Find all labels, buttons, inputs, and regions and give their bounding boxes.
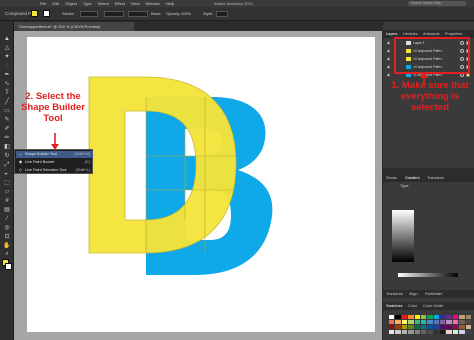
swatches-grid <box>389 315 471 337</box>
gradient-panel-tabs: Stroke Gradient Transform <box>383 174 474 182</box>
annotation-step-2: 2. Select the Shape Builder Tool <box>21 91 85 124</box>
color-swatch[interactable] <box>401 330 408 334</box>
color-swatch[interactable] <box>420 315 427 319</box>
paint-bucket-icon: ◆ <box>19 160 22 164</box>
color-swatch[interactable] <box>440 325 446 329</box>
color-swatch[interactable] <box>401 325 408 329</box>
color-swatch[interactable] <box>427 320 433 324</box>
gradient-type-label: Type: <box>400 184 410 188</box>
tab-color[interactable]: Color <box>408 302 417 310</box>
color-swatch[interactable] <box>401 320 408 324</box>
color-swatch[interactable] <box>414 330 420 334</box>
color-swatch[interactable] <box>459 315 465 319</box>
color-swatch[interactable] <box>459 330 465 334</box>
color-swatch[interactable] <box>465 315 471 319</box>
eye-icon[interactable]: ◉ <box>386 63 391 71</box>
color-swatch[interactable] <box>452 330 459 334</box>
color-swatch[interactable] <box>446 315 452 319</box>
color-swatch[interactable] <box>395 330 401 334</box>
color-swatch[interactable] <box>433 320 440 324</box>
tab-swatches[interactable]: Swatches <box>386 302 402 310</box>
color-swatch[interactable] <box>408 320 414 324</box>
color-swatch[interactable] <box>389 325 395 329</box>
color-swatch[interactable] <box>395 325 401 329</box>
color-swatch[interactable] <box>452 325 459 329</box>
tab-align[interactable]: Align <box>409 290 417 298</box>
color-swatch[interactable] <box>414 320 420 324</box>
tab-transform[interactable]: Transform <box>427 174 444 182</box>
color-swatch[interactable] <box>465 325 471 329</box>
color-swatch[interactable] <box>420 330 427 334</box>
color-swatch[interactable] <box>414 325 420 329</box>
flyout-live-paint-bucket[interactable]: ◆ Live Paint Bucket (K) <box>16 159 93 166</box>
color-swatch[interactable] <box>446 330 452 334</box>
gradient-preview[interactable] <box>392 210 414 262</box>
color-swatch[interactable] <box>433 325 440 329</box>
color-swatch[interactable] <box>465 320 471 324</box>
swatches-panel-tabs: Swatches Color Color Guide <box>383 302 474 310</box>
color-swatch[interactable] <box>459 325 465 329</box>
color-swatch[interactable] <box>427 315 433 319</box>
tab-gradient[interactable]: Gradient <box>405 174 420 182</box>
color-swatch[interactable] <box>408 315 414 319</box>
color-swatch[interactable] <box>446 325 452 329</box>
color-swatch[interactable] <box>389 315 395 319</box>
live-paint-selection-icon: ◇ <box>19 168 22 172</box>
color-swatch[interactable] <box>446 320 452 324</box>
annotation-step-1: 1. Make sure that everything is selected <box>391 80 469 113</box>
eye-icon[interactable]: ◉ <box>386 55 391 63</box>
color-swatch[interactable] <box>420 320 427 324</box>
shape-builder-flyout: ◒ Shape Builder Tool (Shift+M) ◆ Live Pa… <box>14 149 93 174</box>
eye-icon[interactable]: ◉ <box>386 39 391 47</box>
color-swatch[interactable] <box>408 325 414 329</box>
color-swatch[interactable] <box>389 330 395 334</box>
flyout-live-paint-selection[interactable]: ◇ Live Paint Selection Tool (Shift+L) <box>16 167 93 174</box>
shape-builder-icon: ◒ <box>19 152 22 156</box>
color-swatch[interactable] <box>459 320 465 324</box>
color-swatch[interactable] <box>401 315 408 319</box>
color-swatch[interactable] <box>452 315 459 319</box>
color-swatch[interactable] <box>427 330 433 334</box>
tab-pathfinder[interactable]: Pathfinder <box>425 290 442 298</box>
color-swatch[interactable] <box>440 330 446 334</box>
tab-stroke[interactable]: Stroke <box>386 174 397 182</box>
color-swatch[interactable] <box>433 330 440 334</box>
color-swatch[interactable] <box>465 330 471 334</box>
color-swatch[interactable] <box>414 315 420 319</box>
color-swatch[interactable] <box>440 315 446 319</box>
tab-color-guide[interactable]: Color Guide <box>423 302 443 310</box>
flyout-shape-builder[interactable]: ◒ Shape Builder Tool (Shift+M) <box>16 151 93 158</box>
color-swatch[interactable] <box>389 320 395 324</box>
color-swatch[interactable] <box>408 330 414 334</box>
color-swatch[interactable] <box>452 320 459 324</box>
color-swatch[interactable] <box>433 315 440 319</box>
eye-icon[interactable]: ◉ <box>386 47 391 55</box>
color-swatch[interactable] <box>420 325 427 329</box>
color-swatch[interactable] <box>440 320 446 324</box>
color-swatch[interactable] <box>395 315 401 319</box>
color-swatch[interactable] <box>427 325 433 329</box>
gradient-slider[interactable] <box>398 273 458 277</box>
tab-transform-2[interactable]: Transform <box>386 290 403 298</box>
color-swatch[interactable] <box>395 320 401 324</box>
eye-icon[interactable]: ◉ <box>386 71 391 79</box>
align-panel-tabs: Transform Align Pathfinder <box>383 290 474 298</box>
layers-highlight-box <box>394 37 470 74</box>
